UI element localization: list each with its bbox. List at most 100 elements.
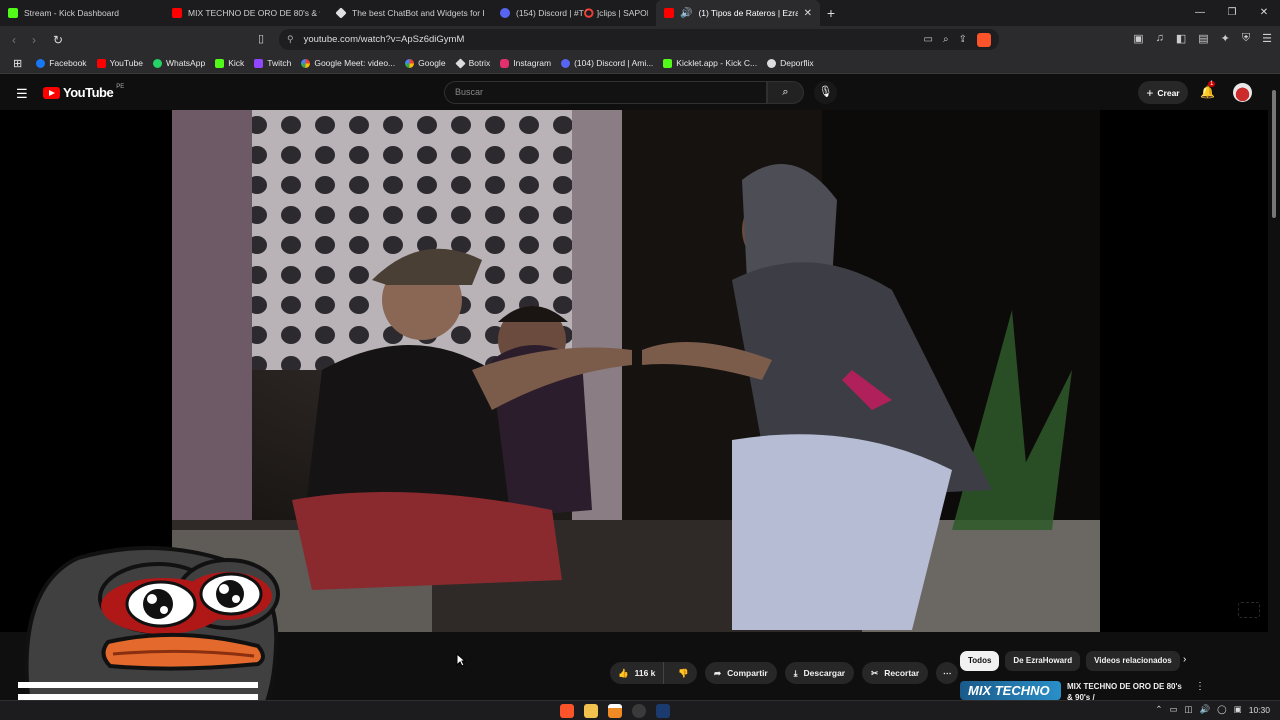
more-actions-button[interactable]: ⋯ (936, 662, 959, 684)
bookmarks-bar: ⊞ Facebook YouTube WhatsApp Kick Twitch … (0, 53, 1280, 74)
tab-chatbot[interactable]: The best ChatBot and Widgets for Ki (328, 0, 492, 26)
media-icon[interactable]: ▣ (1133, 32, 1143, 45)
dislike-button[interactable]: 👎 (670, 668, 697, 679)
chevron-right-icon[interactable]: › (1183, 654, 1186, 665)
clip-button[interactable]: ✂ Recortar (862, 662, 929, 684)
bookmark-google[interactable]: Google (400, 58, 450, 68)
bookmark-youtube[interactable]: YouTube (92, 58, 148, 68)
scrollbar-thumb[interactable] (1272, 90, 1276, 218)
bookmark-deporflix[interactable]: Deporflix (762, 58, 819, 68)
bookmark-discord[interactable]: (104) Discord | Ami... (556, 58, 658, 68)
video-scene (172, 110, 1100, 632)
chip-all[interactable]: Todos (960, 651, 1000, 671)
network-icon[interactable]: ◫ (1185, 704, 1193, 715)
share-label: Compartir (727, 668, 768, 678)
wallet-icon[interactable]: ▤ (1198, 32, 1208, 45)
recommended-video[interactable]: MIX TECHNO MIX TECHNO DE ORO DE 80's & 9… (960, 681, 1205, 700)
address-toolbar: ‹ › ↻ ▯ ⚲ youtube.com/watch?v=ApSz6diGym… (0, 26, 1280, 53)
sidebar-icon[interactable]: ◧ (1176, 32, 1186, 45)
twitch-icon (254, 58, 264, 68)
clock[interactable]: 10:30 (1249, 705, 1270, 715)
headset-icon[interactable]: ◯ (1217, 704, 1227, 715)
bookmark-google-meet[interactable]: Google Meet: video... (296, 58, 400, 68)
like-count: 116 k (634, 668, 656, 678)
clip-label: Recortar (884, 668, 920, 678)
chip-related[interactable]: Videos relacionados (1086, 651, 1180, 671)
avatar[interactable] (1233, 83, 1252, 102)
brave-shields-icon[interactable] (977, 32, 991, 47)
tab-discord[interactable]: (154) Discord | #T⭕ ]clips | SAPOLIC (492, 0, 656, 26)
bookmark-kicklet[interactable]: Kicklet.app - Kick C... (658, 58, 762, 68)
download-button[interactable]: ⤓ Descargar (784, 662, 855, 684)
page-scrollbar[interactable] (1268, 76, 1280, 700)
site-info-icon[interactable]: ⚲ (287, 34, 294, 45)
mouse-cursor-icon (456, 653, 466, 667)
taskbar: ⌃ ▭ ◫ 🔊 ◯ ▣ 10:30 (0, 700, 1280, 720)
restore-icon[interactable]: ❐ (1216, 0, 1248, 26)
gear-icon (767, 58, 777, 68)
cast-icon[interactable]: ▭ (924, 34, 933, 45)
file-explorer-icon[interactable] (584, 704, 598, 718)
close-tab-icon[interactable]: ✕ (804, 8, 812, 19)
close-window-icon[interactable]: ✕ (1248, 0, 1280, 26)
like-button[interactable]: 👍 116 k (610, 662, 665, 684)
instagram-icon (500, 58, 510, 68)
video-thumbnail[interactable]: MIX TECHNO (960, 681, 1061, 700)
video-menu-icon[interactable]: ⋮ (1195, 681, 1205, 700)
bookmark-instagram[interactable]: Instagram (495, 58, 556, 68)
bookmark-botrix[interactable]: Botrix (451, 57, 496, 69)
search-input[interactable]: Buscar (444, 81, 767, 104)
music-icon[interactable]: ♫ (1156, 32, 1164, 45)
reload-icon[interactable]: ↻ (48, 33, 68, 47)
search-icon: ⌕ (782, 86, 789, 98)
bookmark-twitch[interactable]: Twitch (249, 58, 296, 68)
forward-icon[interactable]: › (24, 33, 44, 47)
bookmark-label: Google (418, 58, 446, 68)
share-button[interactable]: ➦ Compartir (705, 662, 777, 684)
bookmark-label: Deporflix (780, 58, 814, 68)
bookmark-icon[interactable]: ▯ (258, 32, 264, 45)
tab-tipos-de-rateros[interactable]: 🔊 (1) Tipos de Rateros | EzraHow ✕ (656, 0, 820, 26)
chevron-up-icon[interactable]: ⌃ (1155, 704, 1162, 715)
video-title[interactable]: MIX TECHNO DE ORO DE 80's & 90's / EUROD… (1067, 681, 1189, 700)
tab-kick-dashboard[interactable]: Stream - Kick Dashboard (0, 0, 164, 26)
brave-browser-icon[interactable] (560, 704, 574, 718)
share-icon[interactable]: ⇪ (959, 34, 967, 45)
voice-search-button[interactable]: 🎙 (814, 81, 837, 104)
obs-icon[interactable] (632, 704, 646, 718)
url-actions: ▭ ⌕ ⇪ (924, 32, 991, 47)
youtube-icon (172, 8, 182, 18)
youtube-logo[interactable]: YouTube PE (43, 84, 124, 100)
volume-icon[interactable]: 🔊 (1200, 704, 1211, 715)
back-icon[interactable]: ‹ (4, 33, 24, 47)
hamburger-menu-icon[interactable]: ☰ (16, 86, 28, 102)
notifications-bell-icon[interactable]: 🔔 (1200, 85, 1215, 99)
create-button[interactable]: + Crear (1138, 81, 1188, 104)
minimize-icon[interactable]: — (1184, 0, 1216, 26)
tab-title: Stream - Kick Dashboard (24, 8, 119, 18)
vlc-icon[interactable] (608, 704, 622, 718)
bookmark-facebook[interactable]: Facebook (31, 58, 91, 68)
apps-grid-icon[interactable]: ⊞ (8, 57, 27, 70)
channel-watermark[interactable] (1238, 602, 1260, 618)
leo-ai-icon[interactable]: ✦ (1221, 32, 1230, 45)
display-icon[interactable]: ▭ (1170, 704, 1178, 715)
new-tab-button[interactable]: + (820, 5, 842, 21)
vpn-icon[interactable]: ⛨ (1242, 32, 1250, 45)
chip-from-channel[interactable]: De EzraHoward (1005, 651, 1081, 671)
bookmark-label: Twitch (267, 58, 292, 68)
menu-icon[interactable]: ☰ (1262, 32, 1272, 45)
bookmark-whatsapp[interactable]: WhatsApp (148, 58, 210, 68)
monitor-icon[interactable]: ▣ (1234, 704, 1242, 715)
speaker-icon[interactable]: 🔊 (680, 8, 692, 19)
plus-icon: + (1146, 85, 1154, 100)
tab-mix-techno[interactable]: MIX TECHNO DE ORO DE 80's & 90's (164, 0, 328, 26)
steam-icon[interactable] (656, 704, 670, 718)
search-button[interactable]: ⌕ (767, 81, 804, 104)
url-field[interactable]: ⚲ youtube.com/watch?v=ApSz6diGymM ▭ ⌕ ⇪ (279, 29, 999, 50)
browser-tools: ▣ ♫ ◧ ▤ ✦ ⛨ ☰ (1133, 32, 1272, 45)
download-icon: ⤓ (793, 667, 798, 678)
bookmark-kick[interactable]: Kick (210, 58, 249, 68)
url-text: youtube.com/watch?v=ApSz6diGymM (303, 34, 465, 45)
zoom-icon[interactable]: ⌕ (943, 34, 949, 45)
